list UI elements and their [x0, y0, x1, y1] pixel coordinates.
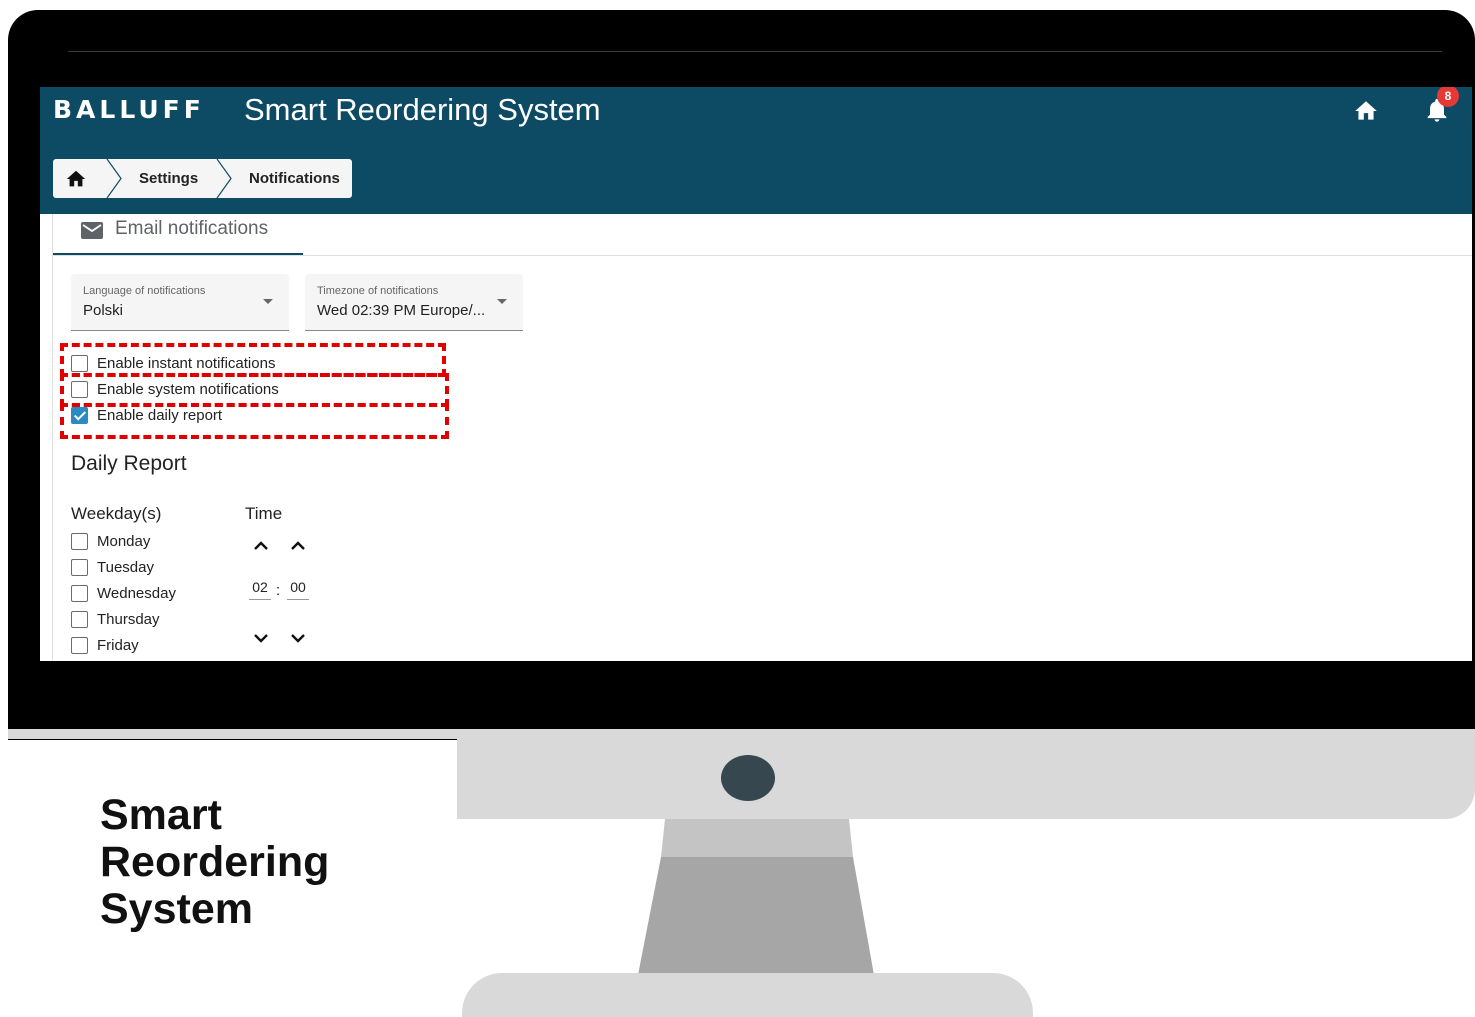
tab-divider — [53, 255, 1472, 256]
minute-down-chevron-icon[interactable] — [290, 633, 306, 643]
daily-report-title: Daily Report — [71, 452, 187, 475]
tab-label: Email notifications — [115, 218, 269, 239]
checkbox-label: Wednesday — [97, 585, 176, 602]
hour-down-chevron-icon[interactable] — [253, 633, 269, 643]
minute-input[interactable]: 00 — [287, 579, 309, 600]
checkbox-box[interactable] — [71, 611, 88, 628]
checkbox-box[interactable] — [71, 637, 88, 654]
checkbox-box[interactable] — [71, 533, 88, 550]
checkbox-box-checked[interactable] — [71, 407, 88, 424]
brand-caption-line: System — [100, 885, 253, 933]
app-bar: BALLUFF Smart Reordering System 8 Settin… — [40, 87, 1472, 214]
checkbox-label: Enable instant notifications — [97, 355, 276, 372]
breadcrumb-home-icon[interactable] — [63, 168, 89, 190]
brand-caption-line: Reordering — [100, 838, 330, 886]
monitor-base — [462, 973, 1033, 1017]
brand-caption-line: Smart — [100, 791, 222, 839]
language-select[interactable]: Language of notifications Polski — [71, 274, 289, 331]
time-separator: : — [276, 582, 281, 599]
breadcrumb-chevron-icon — [216, 159, 232, 198]
brand-caption: Smart Reordering System — [100, 792, 430, 933]
checkbox-label: Thursday — [97, 611, 160, 628]
language-select-value: Polski — [83, 302, 124, 319]
balluff-logo: BALLUFF — [53, 95, 205, 124]
checkbox-box[interactable] — [71, 355, 88, 372]
timezone-select-value: Wed 02:39 PM Europe/... — [317, 302, 486, 319]
hour-input[interactable]: 02 — [249, 579, 271, 600]
checkbox-box[interactable] — [71, 585, 88, 602]
breadcrumb-chevron-icon — [106, 159, 122, 198]
dropdown-arrow-icon — [263, 299, 273, 304]
app-title: Smart Reordering System — [244, 92, 601, 127]
checkbox-label: Enable daily report — [97, 407, 223, 424]
mail-icon — [81, 222, 103, 239]
breadcrumb-item-notifications[interactable]: Notifications — [249, 159, 340, 198]
time-header: Time — [245, 504, 283, 523]
timezone-select[interactable]: Timezone of notifications Wed 02:39 PM E… — [305, 274, 523, 331]
dropdown-arrow-icon — [497, 299, 507, 304]
weekdays-header: Weekday(s) — [71, 504, 162, 523]
minute-up-chevron-icon[interactable] — [290, 541, 306, 551]
timezone-select-label: Timezone of notifications — [317, 285, 439, 297]
checkbox-box[interactable] — [71, 559, 88, 576]
checkbox-label: Enable system notifications — [97, 381, 279, 398]
language-select-label: Language of notifications — [83, 285, 206, 297]
breadcrumb-item-settings[interactable]: Settings — [139, 159, 198, 198]
checkbox-label: Tuesday — [97, 559, 154, 576]
home-icon[interactable] — [1352, 98, 1380, 124]
content-left-border — [52, 214, 53, 661]
checkbox-box[interactable] — [71, 381, 88, 398]
checkbox-label: Friday — [97, 637, 139, 654]
breadcrumb: Settings Notifications — [53, 159, 352, 198]
hour-up-chevron-icon[interactable] — [253, 541, 269, 551]
notification-count-badge: 8 — [1437, 87, 1459, 107]
app-screen: BALLUFF Smart Reordering System 8 Settin… — [40, 87, 1472, 661]
checkbox-label: Monday — [97, 533, 151, 550]
tab-email-notifications[interactable]: Email notifications — [53, 214, 303, 256]
